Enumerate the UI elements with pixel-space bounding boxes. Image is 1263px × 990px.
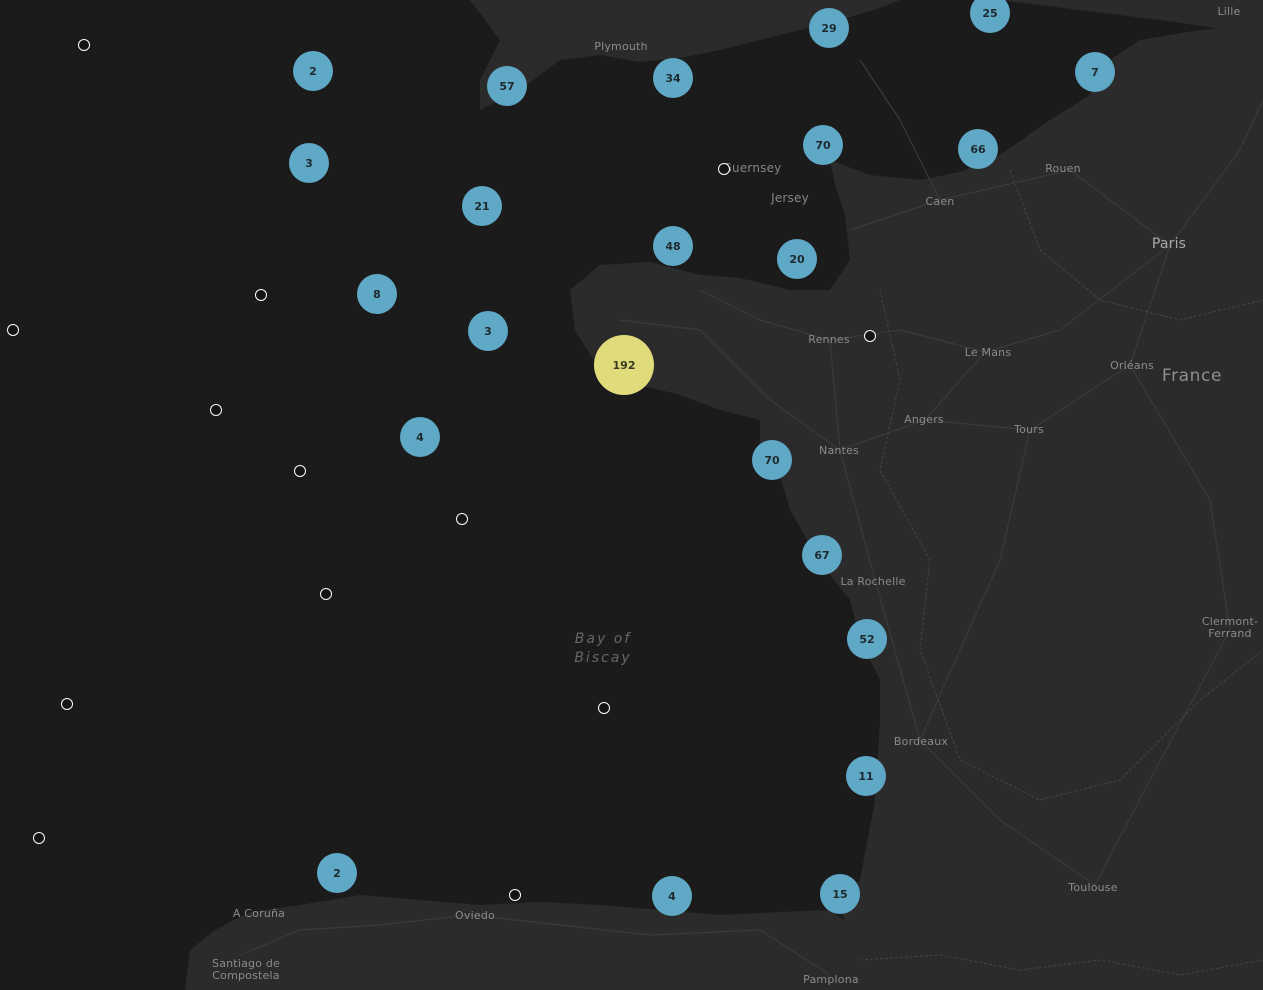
map-label-water: Bay of Biscay: [574, 631, 632, 666]
cluster-marker[interactable]: 8: [357, 274, 397, 314]
cluster-marker[interactable]: 4: [652, 876, 692, 916]
cluster-marker[interactable]: 3: [468, 311, 508, 351]
cluster-marker[interactable]: 20: [777, 239, 817, 279]
point-marker[interactable]: [78, 39, 90, 51]
point-marker[interactable]: [210, 404, 222, 416]
cluster-marker[interactable]: 67: [802, 535, 842, 575]
map-label-city: Rouen: [1045, 162, 1081, 175]
cluster-marker[interactable]: 66: [958, 129, 998, 169]
point-marker[interactable]: [509, 889, 521, 901]
map-label-island: Guernsey: [722, 161, 782, 175]
map-label-city: Rennes: [808, 333, 850, 346]
map-label-city: Orléans: [1110, 359, 1154, 372]
map-label-city: A Coruña: [232, 907, 286, 920]
point-marker[interactable]: [598, 702, 610, 714]
map-label-country: France: [1161, 366, 1223, 386]
map-label-city: Le Mans: [964, 346, 1012, 359]
cluster-marker[interactable]: 15: [820, 874, 860, 914]
cluster-marker[interactable]: 48: [653, 226, 693, 266]
cluster-marker[interactable]: 192: [594, 335, 654, 395]
map-viewport[interactable]: Lille Plymouth Guernsey Jersey Rouen Caen Pari…: [0, 0, 1263, 990]
cluster-marker[interactable]: 57: [487, 66, 527, 106]
cluster-marker[interactable]: 2: [293, 51, 333, 91]
cluster-marker[interactable]: 4: [400, 417, 440, 457]
map-label-city: Bordeaux: [893, 735, 949, 748]
point-marker[interactable]: [456, 513, 468, 525]
map-label-city: La Rochelle: [840, 575, 906, 588]
point-marker[interactable]: [718, 163, 730, 175]
map-label-city: Angers: [904, 413, 944, 426]
map-label-city: Clermont- Ferrand: [1201, 615, 1259, 640]
cluster-marker[interactable]: 3: [289, 143, 329, 183]
map-label-city: Pamplona: [803, 973, 859, 986]
map-label-city: Toulouse: [1068, 881, 1118, 894]
map-label-city: Plymouth: [594, 40, 648, 53]
point-marker[interactable]: [7, 324, 19, 336]
map-label-island: Jersey: [771, 191, 809, 205]
basemap: [185, 0, 1263, 990]
point-marker[interactable]: [61, 698, 73, 710]
map-label-city: Santiago de Compostela: [212, 957, 280, 982]
cluster-marker[interactable]: 70: [752, 440, 792, 480]
land-france: [570, 25, 1263, 990]
cluster-marker[interactable]: 2: [317, 853, 357, 893]
cluster-marker[interactable]: 11: [846, 756, 886, 796]
point-marker[interactable]: [33, 832, 45, 844]
point-marker[interactable]: [320, 588, 332, 600]
map-label-city: Nantes: [819, 444, 859, 457]
point-marker[interactable]: [255, 289, 267, 301]
cluster-marker[interactable]: 29: [809, 8, 849, 48]
cluster-marker[interactable]: 52: [847, 619, 887, 659]
cluster-marker[interactable]: 70: [803, 125, 843, 165]
cluster-marker[interactable]: 21: [462, 186, 502, 226]
map-label-city: Caen: [925, 195, 955, 208]
point-marker[interactable]: [864, 330, 876, 342]
map-label-city: Oviedo: [455, 909, 495, 922]
land-spain: [185, 895, 860, 990]
map-label-city: Tours: [1014, 423, 1044, 436]
map-label-city: Lille: [1217, 5, 1241, 18]
cluster-marker[interactable]: 7: [1075, 52, 1115, 92]
cluster-marker[interactable]: 34: [653, 58, 693, 98]
point-marker[interactable]: [294, 465, 306, 477]
map-label-capital: Paris: [1151, 236, 1187, 252]
